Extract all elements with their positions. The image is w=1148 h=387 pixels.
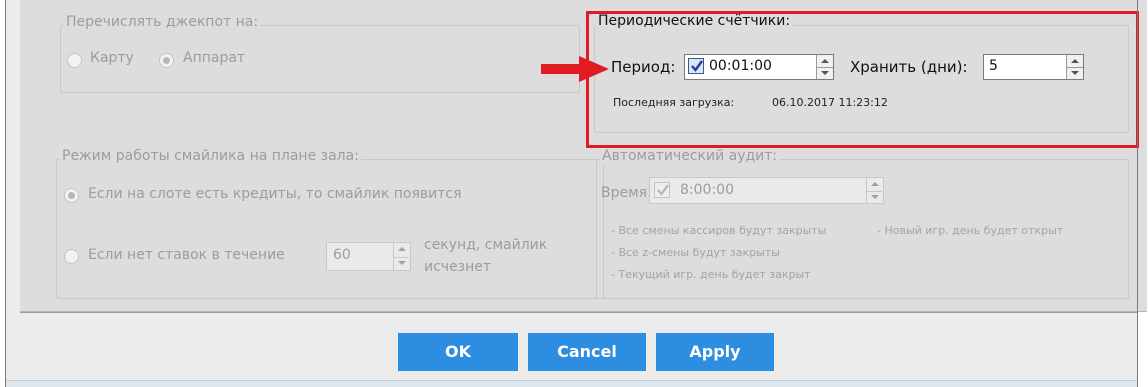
smiley-no-bets-label: Если нет ставок в течение — [88, 247, 285, 263]
audit-time-label: Время: — [601, 185, 652, 201]
audit-time-spinner[interactable] — [866, 178, 882, 203]
audit-note-4: - Текущий игр. день будет закрыт — [611, 268, 811, 281]
jackpot-machine-label: Аппарат — [183, 50, 246, 66]
smiley-credits-label: Если на слоте есть кредиты, то смайлик п… — [88, 186, 462, 202]
smiley-legend: Режим работы смайлика на плане зала: — [60, 148, 361, 164]
audit-note-3: - Все z-смены будут закрыты — [611, 246, 780, 259]
window-right-border — [1137, 0, 1138, 387]
spin-up-icon[interactable] — [867, 178, 882, 191]
ok-button[interactable]: OK — [398, 333, 518, 371]
red-arrow-icon — [541, 56, 609, 82]
jackpot-machine-radio[interactable] — [159, 53, 174, 68]
audit-note-1: - Все смены кассиров будут закрыты — [611, 224, 827, 237]
spin-up-icon[interactable] — [394, 243, 409, 257]
dialog-window: Перечислять джекпот на: Карту Аппарат Ре… — [0, 0, 1148, 387]
audit-legend: Автоматический аудит: — [600, 148, 780, 164]
jackpot-card-radio[interactable] — [67, 53, 82, 68]
smiley-seconds-value: 60 — [333, 247, 351, 263]
window-left-border — [5, 0, 6, 387]
smiley-seconds-spinner[interactable] — [393, 243, 409, 270]
check-icon — [657, 184, 669, 196]
smiley-seconds-suffix: секунд, смайлик исчезнет — [424, 237, 548, 275]
smiley-no-bets-radio[interactable] — [64, 249, 79, 264]
audit-time-value: 8:00:00 — [680, 182, 734, 198]
audit-time-input[interactable]: 8:00:00 — [649, 177, 884, 204]
audit-enabled-checkbox[interactable] — [654, 182, 670, 198]
highlight-frame — [586, 11, 1139, 148]
audit-note-2: - Новый игр. день будет открыт — [877, 224, 1064, 237]
smiley-group — [56, 159, 604, 299]
cancel-button[interactable]: Cancel — [528, 333, 646, 371]
jackpot-group — [60, 25, 580, 93]
smiley-credits-radio[interactable] — [64, 188, 79, 203]
window-bottom-edge — [6, 380, 1137, 387]
jackpot-card-label: Карту — [90, 50, 134, 66]
panel-divider — [20, 312, 1137, 313]
jackpot-legend: Перечислять джекпот на: — [64, 14, 261, 30]
spin-down-icon[interactable] — [394, 256, 409, 271]
spin-down-icon[interactable] — [867, 190, 882, 204]
apply-button[interactable]: Apply — [656, 333, 774, 371]
